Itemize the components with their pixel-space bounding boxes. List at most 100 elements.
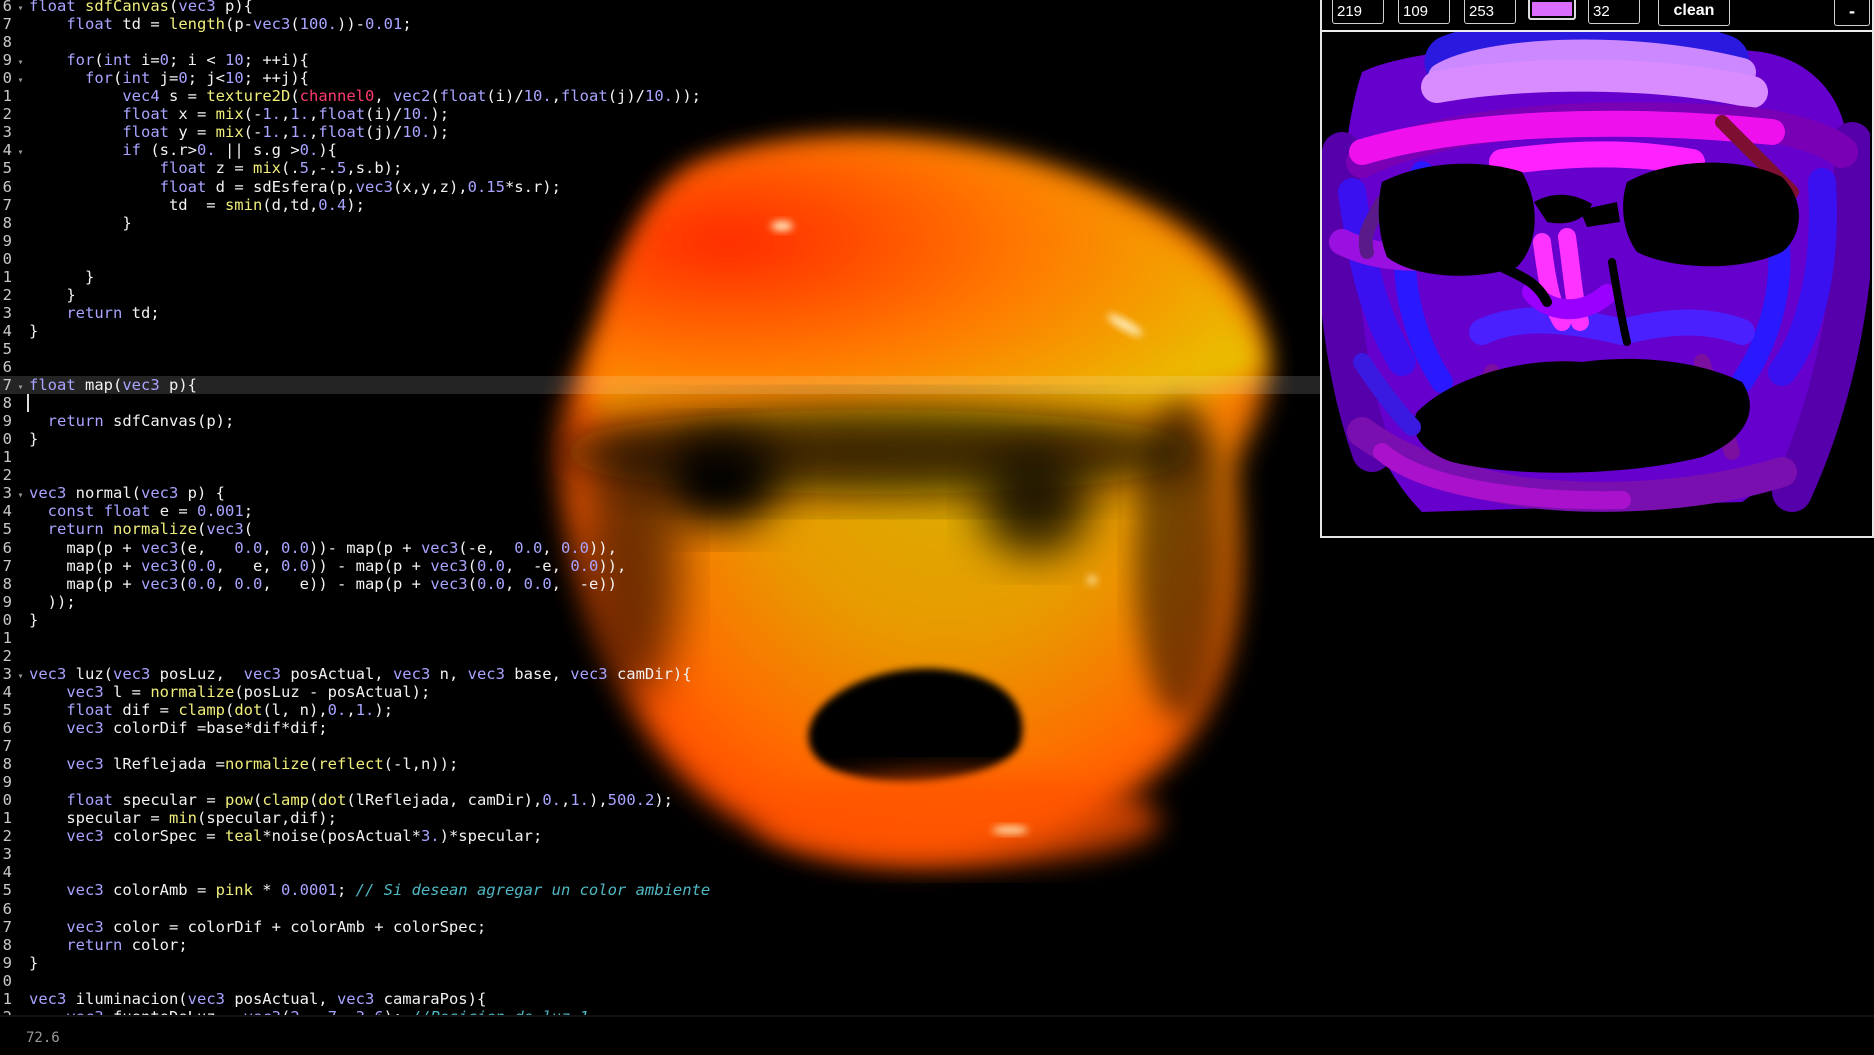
clean-button[interactable]: clean [1658,0,1730,26]
code-token: color; [122,935,188,954]
color-swatch[interactable] [1528,0,1576,20]
code-line[interactable]: 3 ▾ vec3 normal(vec3 p) { [0,484,225,502]
green-channel-input[interactable]: 109 [1398,0,1450,24]
line-number: 0 [2,791,12,810]
line-number: 7 [2,556,12,575]
code-line[interactable]: 6 ▾ float sdfCanvas(vec3 p){ [0,0,253,15]
code-line[interactable]: 1 vec4 s = texture2D(channel0, vec2(floa… [0,87,701,105]
code-line[interactable]: 8 vec3 lReflejada =normalize(reflect(-l,… [0,755,459,773]
code-line[interactable]: 9 return sdfCanvas(p); [0,412,235,431]
code-token: 0.0 [570,556,599,575]
code-token: float [159,177,207,196]
code-line[interactable]: 0 [0,972,29,990]
code-token: vec4 [122,87,160,106]
code-line[interactable]: 5 return normalize(vec3( [0,520,253,538]
code-line[interactable]: 8 return color; [0,936,188,954]
code-token: (i)/ [365,105,403,124]
code-line[interactable]: 0 [0,250,29,268]
code-line[interactable]: 7 float td = length(p-vec3(100.))-0.01; [0,15,412,33]
drawing-canvas[interactable] [1322,32,1870,536]
code-token: length [169,15,225,34]
code-token: 10. [645,87,674,106]
code-line[interactable]: 7 td = smin(d,td,0.4); [0,196,365,214]
code-line[interactable]: 5 float dif = clamp(dot(l, n),0.,1.); [0,701,393,719]
code-line[interactable]: 7 ▾ float map(vec3 p){ [0,376,1330,395]
code-line[interactable]: 5 vec3 colorAmb = pink * 0.0001; // Si d… [0,881,711,900]
code-line[interactable]: 6 [0,900,29,918]
red-channel-input[interactable]: 219 [1332,0,1384,24]
code-line[interactable]: 4 vec3 l = normalize(posLuz - posActual)… [0,683,431,701]
code-text: } [29,214,131,232]
code-token: map(p + [29,556,141,575]
code-line[interactable]: 6 vec3 colorDif =base*dif*dif; [0,719,328,737]
code-token: (j)/ [607,87,646,106]
code-line[interactable]: 0} [0,430,39,448]
code-line[interactable]: 4 const float e = 0.001; [0,502,253,520]
code-line[interactable]: 6 [0,358,29,376]
line-number: 5 [2,339,12,358]
blue-channel-input[interactable]: 253 [1464,0,1516,24]
code-line[interactable]: 1 [0,448,29,466]
code-line[interactable]: 7 [0,737,29,755]
line-number: 7 [2,737,12,756]
code-line[interactable]: 5 float z = mix(.5,-.5,s.b); [0,159,403,177]
code-text: map(p + vec3(0.0, e, 0.0)) - map(p + vec… [29,557,626,575]
minimize-button[interactable]: - [1834,0,1870,26]
code-token: ); [654,791,674,810]
code-line[interactable]: 8 [0,394,29,412]
code-line[interactable]: 1 vec3 iluminacion(vec3 posActual, vec3 c… [0,990,487,1008]
code-token: i= [131,51,160,70]
code-token: 10 [225,69,244,88]
code-line[interactable]: 2 float x = mix(-1.,1.,float(i)/10.); [0,105,449,123]
code-line[interactable]: 8 map(p + vec3(0.0, 0.0, e)) - map(p + v… [0,575,617,593]
code-line[interactable]: 0} [0,611,39,629]
code-line[interactable]: 3 return td; [0,304,160,322]
code-token: td; [122,303,160,322]
code-line[interactable]: 1 [0,629,29,647]
code-token: * [252,881,281,900]
code-editor[interactable]: 6 ▾ float sdfCanvas(vec3 p){7 float td = l… [0,0,1330,1015]
code-line[interactable]: 3 [0,845,29,863]
code-token: map(p + [29,574,141,593]
code-line[interactable]: 2 vec3 colorSpec = teal*noise(posActual*… [0,827,543,845]
code-line[interactable]: 5 [0,340,29,358]
code-line[interactable]: 9 [0,773,29,791]
code-line[interactable]: 0 ▾ for(int j=0; j<10; ++j){ [0,69,309,87]
code-token: vec3 [430,574,468,593]
code-token: , -e)) [551,574,617,593]
code-token: 0. [197,141,216,160]
code-line[interactable]: 3 ▾ vec3 luz(vec3 posLuz, vec3 posActual, … [0,665,692,683]
code-line[interactable]: 0 float specular = pow(clamp(dot(lReflej… [0,791,673,809]
brush-size-input[interactable]: 32 [1588,0,1640,24]
code-token: 1. [355,700,375,719]
code-token: normal( [66,484,141,503]
code-line[interactable]: 9} [0,954,39,972]
code-line[interactable]: 8 } [0,214,132,232]
code-text: float d = sdEsfera(p,vec3(x,y,z),0.15*s.… [29,178,561,196]
code-line[interactable]: 6 float d = sdEsfera(p,vec3(x,y,z),0.15*… [0,178,561,196]
code-line[interactable]: 2 vec3 fuenteDeLuz = vec3(2., 7,-3.6); /… [0,1008,589,1015]
code-line[interactable]: 6 map(p + vec3(e, 0.0, 0.0))- map(p + ve… [0,539,617,557]
code-token: vec3 [140,574,179,593]
code-line[interactable]: 8 [0,33,29,51]
code-line[interactable]: 7 vec3 color = colorDif + colorAmb + col… [0,918,487,936]
horizontal-scrollbar[interactable] [0,1015,1874,1017]
code-line[interactable]: 4 [0,863,29,881]
code-line[interactable]: 2 [0,647,29,665]
code-token: return [47,412,104,431]
code-line[interactable]: 7 map(p + vec3(0.0, e, 0.0)) - map(p + v… [0,556,627,575]
code-line[interactable]: 2 [0,466,29,484]
code-line[interactable]: 4 ▾ if (s.r>0. || s.g >0.){ [0,141,337,159]
code-line[interactable]: 1 } [0,268,95,286]
code-line[interactable]: 9 [0,232,29,250]
code-line[interactable]: 4} [0,322,39,340]
code-token: ( [169,0,179,15]
code-line[interactable]: 3 float y = mix(-1.,1.,float(j)/10.); [0,123,449,141]
code-line[interactable]: 9 ▾ for(int i=0; i < 10; ++i){ [0,51,309,69]
code-text: for(int j=0; j<10; ++j){ [29,69,309,87]
code-line[interactable]: 2 } [0,286,76,304]
code-line[interactable]: 1 specular = min(specular,dif); [0,809,337,827]
code-line[interactable]: 9 )); [0,593,76,611]
